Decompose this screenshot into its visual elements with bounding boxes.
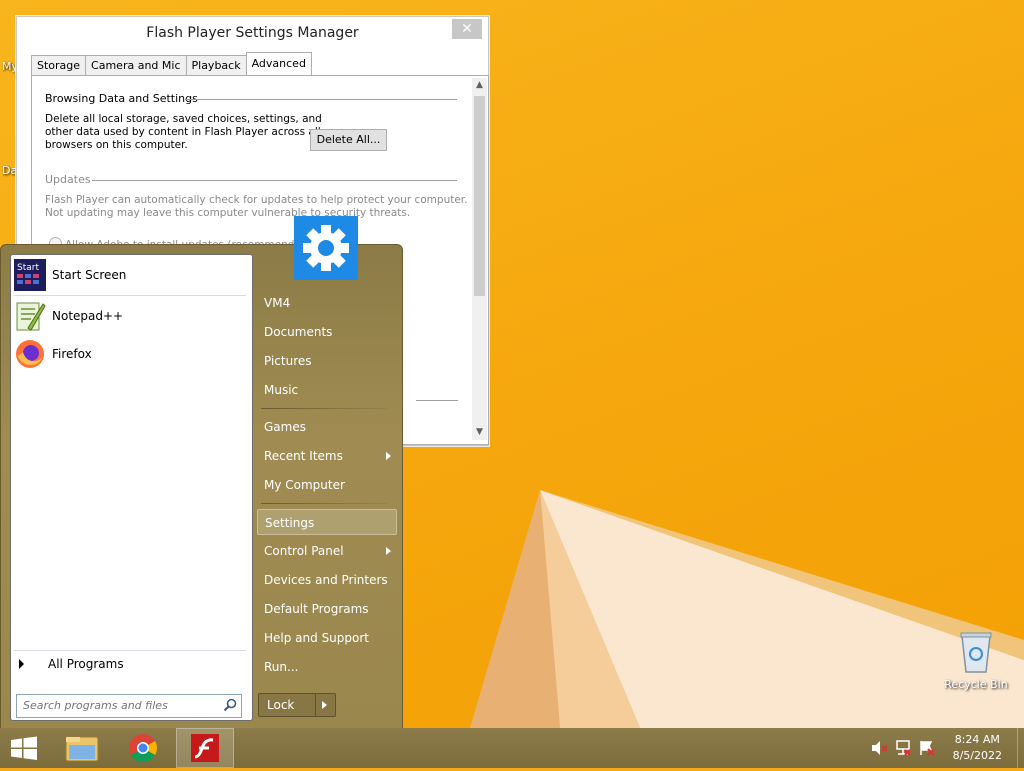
start-menu-programs-pane: Start Start Screen Notepad++ Firefox All… — [10, 254, 253, 721]
group-divider — [185, 99, 457, 100]
tab-advanced[interactable]: Advanced — [245, 52, 312, 75]
lock-button[interactable]: Lock — [258, 693, 336, 717]
system-tray — [870, 738, 936, 758]
start-menu-item-my-computer[interactable]: My Computer — [257, 472, 397, 498]
start-menu-item-help-and-support[interactable]: Help and Support — [257, 625, 397, 651]
desktop-icon-label[interactable]: Da — [2, 164, 17, 177]
windows-logo-icon — [11, 736, 37, 760]
settings-tile — [294, 216, 358, 280]
pinned-notepadpp[interactable]: Notepad++ — [14, 298, 246, 334]
lock-label: Lock — [267, 698, 295, 712]
separator — [14, 650, 246, 651]
tab-storage[interactable]: Storage — [31, 55, 87, 75]
browsing-data-heading: Browsing Data and Settings — [45, 92, 198, 105]
notepadpp-icon — [14, 300, 46, 332]
recycle-bin[interactable]: Recycle Bin — [940, 630, 1012, 691]
menu-label: Recent Items — [264, 449, 343, 463]
chrome-button[interactable] — [115, 728, 171, 768]
start-menu-item-run[interactable]: Run... — [257, 654, 397, 680]
network-icon[interactable] — [894, 738, 912, 758]
updates-description: Flash Player can automatically check for… — [45, 194, 468, 220]
search-box[interactable] — [16, 694, 242, 718]
firefox-icon — [14, 338, 46, 370]
recycle-bin-icon — [959, 630, 993, 674]
start-menu-item-recent-items[interactable]: Recent Items — [257, 443, 397, 469]
file-explorer-icon — [65, 736, 99, 762]
description-line: Not updating may leave this computer vul… — [45, 207, 411, 219]
flash-player-icon — [191, 734, 219, 762]
description-line: Flash Player can automatically check for… — [45, 194, 468, 206]
start-menu-item-control-panel[interactable]: Control Panel — [257, 538, 397, 564]
all-programs-label: All Programs — [48, 657, 124, 671]
chrome-icon — [129, 734, 157, 762]
close-button[interactable]: ✕ — [452, 19, 482, 39]
updates-heading: Updates — [45, 173, 91, 186]
clock-time: 8:24 AM — [954, 733, 1000, 746]
tab-camera-and-mic[interactable]: Camera and Mic — [85, 55, 187, 75]
clock[interactable]: 8:24 AM 8/5/2022 — [953, 732, 1002, 764]
browsing-data-description: Delete all local storage, saved choices,… — [45, 113, 322, 152]
recycle-bin-label: Recycle Bin — [944, 678, 1008, 691]
description-line: other data used by content in Flash Play… — [45, 126, 321, 138]
start-menu-item-pictures[interactable]: Pictures — [257, 348, 397, 374]
separator — [14, 295, 246, 296]
pinned-label: Notepad++ — [52, 309, 124, 323]
action-center-flag-icon[interactable] — [918, 738, 936, 758]
search-icon[interactable] — [223, 698, 237, 712]
gear-icon — [303, 225, 349, 271]
start-menu: Start Start Screen Notepad++ Firefox All… — [0, 244, 403, 730]
start-menu-item-settings[interactable]: Settings — [257, 509, 397, 535]
volume-muted-icon[interactable] — [870, 738, 888, 758]
description-line: Delete all local storage, saved choices,… — [45, 113, 322, 125]
group-divider — [92, 180, 457, 181]
expand-arrow-icon — [19, 659, 24, 669]
scroll-up-icon[interactable]: ▲ — [472, 78, 487, 93]
tab-playback[interactable]: Playback — [185, 55, 247, 75]
submenu-arrow-icon — [386, 452, 391, 460]
pinned-start-screen[interactable]: Start Start Screen — [14, 257, 246, 293]
group-divider — [416, 400, 458, 401]
clock-date: 8/5/2022 — [952, 749, 1002, 762]
delete-all-button[interactable]: Delete All... — [310, 129, 387, 151]
start-button[interactable] — [0, 728, 48, 768]
scrollbar-thumb[interactable] — [474, 96, 485, 296]
show-desktop-button[interactable] — [1017, 728, 1024, 768]
start-menu-item-music[interactable]: Music — [257, 377, 397, 403]
search-input[interactable] — [17, 695, 213, 715]
submenu-arrow-icon — [386, 547, 391, 555]
pinned-label: Start Screen — [52, 268, 127, 282]
start-menu-item-default-programs[interactable]: Default Programs — [257, 596, 397, 622]
close-icon: ✕ — [461, 21, 473, 37]
start-screen-icon: Start — [14, 259, 46, 291]
vertical-scrollbar[interactable]: ▲ ▼ — [472, 78, 487, 440]
all-programs-button[interactable]: All Programs — [19, 657, 124, 671]
separator — [261, 408, 387, 409]
start-menu-item-documents[interactable]: Documents — [257, 319, 397, 345]
split-divider — [315, 694, 316, 716]
window-title: Flash Player Settings Manager — [146, 25, 359, 41]
taskbar: 8:24 AM 8/5/2022 — [0, 728, 1024, 768]
shutdown-options-arrow-icon[interactable] — [322, 701, 327, 709]
start-menu-item-games[interactable]: Games — [257, 414, 397, 440]
description-line: browsers on this computer. — [45, 139, 188, 151]
file-explorer-button[interactable] — [54, 728, 110, 768]
start-menu-item-vm4[interactable]: VM4 — [257, 290, 397, 316]
separator — [261, 503, 387, 504]
tab-bar: Storage Camera and Mic Playback Advanced — [31, 52, 312, 75]
svg-text:Start: Start — [17, 263, 39, 273]
menu-label: Control Panel — [264, 544, 344, 558]
pinned-label: Firefox — [52, 347, 92, 361]
start-menu-item-devices-and-printers[interactable]: Devices and Printers — [257, 567, 397, 593]
pinned-firefox[interactable]: Firefox — [14, 336, 246, 372]
flash-player-button[interactable] — [176, 728, 234, 768]
scroll-down-icon[interactable]: ▼ — [472, 425, 487, 440]
